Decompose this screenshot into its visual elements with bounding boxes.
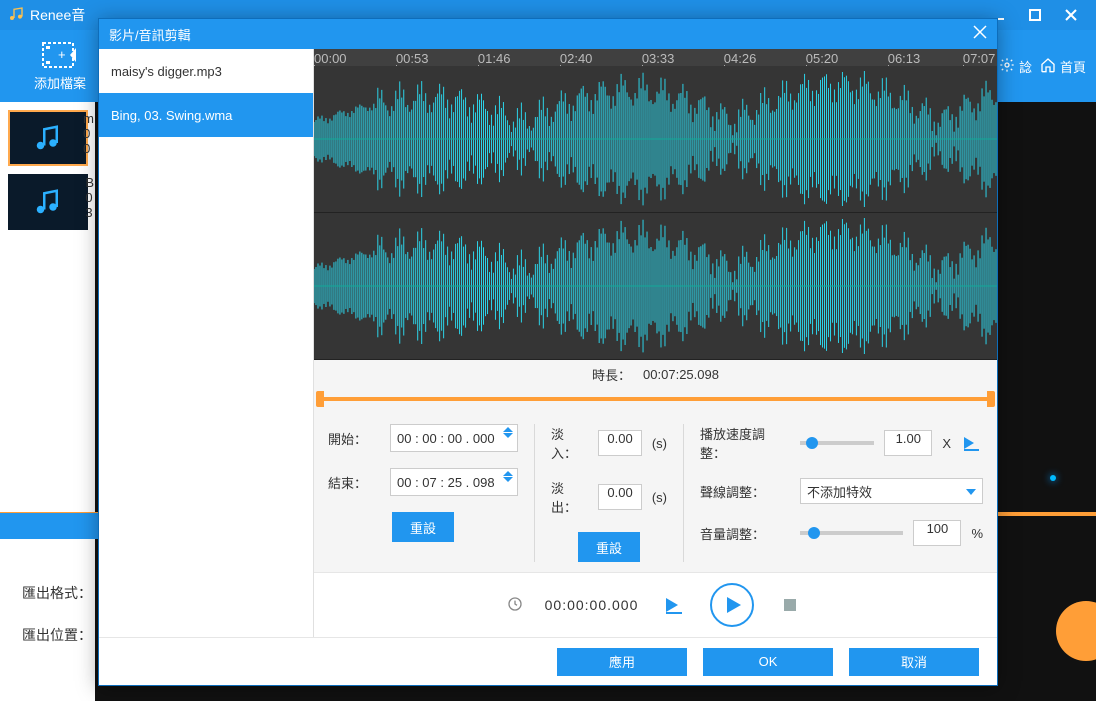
media-thumbnail[interactable]: m00 [8,110,88,166]
voice-label: 聲線調整： [700,482,790,501]
filmstrip-add-icon: + [42,41,78,69]
svg-text:+: + [58,47,66,62]
maximize-icon[interactable] [1028,8,1042,22]
add-file-label: 添加檔案 [34,73,86,92]
range-handle-end[interactable] [987,391,995,407]
end-label: 結束： [328,473,380,492]
ruler-tick: 05:20 [806,51,839,66]
modal-title: 影片/音訊剪輯 [109,25,191,44]
range-slider[interactable] [314,389,997,408]
export-location-label: 匯出位置： [22,625,92,645]
duration-value: 00:07:25.098 [643,367,719,382]
play-button[interactable] [710,583,754,627]
cog-icon [999,57,1015,76]
clock-icon [507,596,523,615]
range-handle-start[interactable] [316,391,324,407]
audio-editor-modal: 影片/音訊剪輯 maisy's digger.mp3 Bing, 03. Swi… [98,18,998,686]
volume-label: 音量調整： [700,524,790,543]
ok-button[interactable]: OK [703,648,833,676]
spinner-down-icon[interactable] [503,477,513,482]
waveform-channel-right[interactable] [314,213,997,360]
ruler-tick: 04:26 [724,51,757,66]
file-list: maisy's digger.mp3 Bing, 03. Swing.wma [99,49,314,637]
duration-label: 時長： [592,365,631,384]
volume-input[interactable]: 100 [913,520,961,546]
spinner-up-icon[interactable] [503,471,513,476]
thumbnail-column: m00 B03 [0,102,95,701]
stop-button[interactable] [776,591,804,619]
media-thumbnail[interactable]: B03 [8,174,88,230]
time-ruler[interactable]: 00:00 00:53 01:46 02:40 03:33 04:26 05:2… [314,49,997,66]
duration-row: 時長： 00:07:25.098 [314,360,997,389]
thumb-meta: m00 [83,112,94,157]
ruler-tick: 00:00 [314,51,347,66]
file-list-item[interactable]: maisy's digger.mp3 [99,49,313,93]
fade-out-input[interactable]: 0.00 [598,484,642,510]
waveform-channel-left[interactable] [314,66,997,213]
export-format-label: 匯出格式： [22,583,92,603]
volume-slider[interactable] [800,531,903,535]
volume-unit: % [971,526,983,541]
fade-in-input[interactable]: 0.00 [598,430,642,456]
speed-label: 播放速度調整： [700,424,790,462]
speed-unit: X [942,436,951,451]
fade-out-label: 淡出： [551,478,588,516]
spinner-down-icon[interactable] [503,433,513,438]
window-controls [992,8,1078,22]
spinner-up-icon[interactable] [503,427,513,432]
start-time-input[interactable]: 00 : 00 : 00 . 000 [390,424,518,452]
home-button[interactable]: 首頁 [1040,57,1086,76]
ruler-tick: 01:46 [478,51,511,66]
ruler-tick: 02:40 [560,51,593,66]
modal-footer: 應用 OK 取消 [99,637,997,685]
add-file-button[interactable]: + 添加檔案 [20,41,100,92]
reset-fade-button[interactable]: 重設 [578,532,640,562]
seconds-unit: (s) [652,436,667,451]
speed-preview-icon[interactable] [961,434,983,452]
modal-titlebar: 影片/音訊剪輯 [99,19,997,49]
ruler-tick: 07:07 [963,51,996,66]
app-logo-icon [8,6,30,25]
reset-times-button[interactable]: 重設 [392,512,454,542]
home-icon [1040,57,1056,76]
speed-slider[interactable] [800,441,874,445]
goto-start-button[interactable] [660,591,688,619]
start-label: 開始： [328,429,380,448]
close-icon[interactable] [1064,8,1078,22]
speed-input[interactable]: 1.00 [884,430,932,456]
preview-glow-icon [1050,475,1056,481]
range-bar [318,397,993,401]
waveform-editor: 00:00 00:53 01:46 02:40 03:33 04:26 05:2… [314,49,997,637]
end-time-input[interactable]: 00 : 07 : 25 . 098 [390,468,518,496]
controls-grid: 開始： 00 : 00 : 00 . 000 結束： 00 : 07 : 25 … [314,408,997,572]
cancel-button[interactable]: 取消 [849,648,979,676]
seconds-unit: (s) [652,490,667,505]
chevron-down-icon [966,489,976,495]
file-list-item[interactable]: Bing, 03. Swing.wma [99,93,313,137]
fade-in-label: 淡入： [551,424,588,462]
ruler-tick: 03:33 [642,51,675,66]
thumb-meta: B03 [85,176,94,221]
playhead-position: 00:00:00.000 [545,597,639,613]
ruler-tick: 06:13 [888,51,921,66]
ruler-tick: 00:53 [396,51,429,66]
transport-bar: 00:00:00.000 [314,572,997,637]
header-link-1[interactable]: 諗 [999,57,1032,76]
voice-effect-select[interactable]: 不添加特效 [800,478,983,504]
modal-close-icon[interactable] [973,25,987,42]
apply-button[interactable]: 應用 [557,648,687,676]
